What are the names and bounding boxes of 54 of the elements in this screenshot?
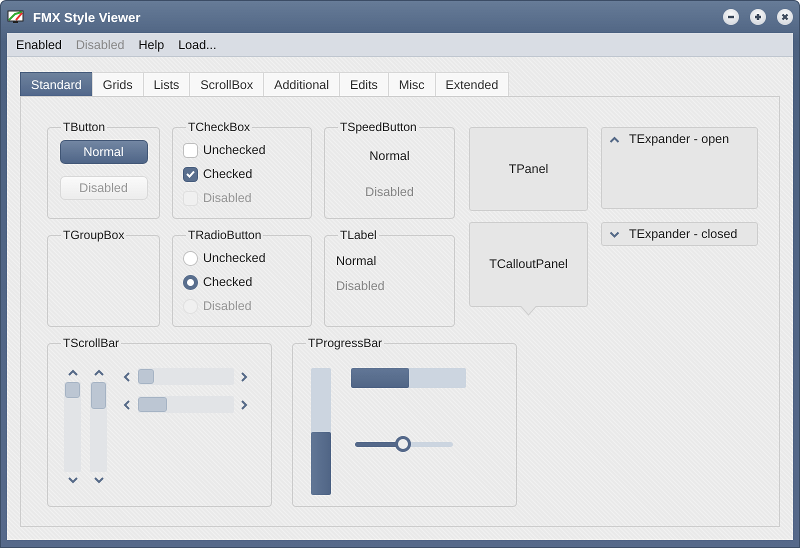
plus-icon [754,13,762,21]
group-title: TCheckBox [187,120,252,134]
expander-header[interactable]: TExpander - closed [602,223,757,245]
checkmark-icon [186,170,195,178]
label-text: Disabled [336,279,386,293]
radio-button[interactable] [183,250,198,266]
group-title: TGroupBox [62,228,126,242]
speed-button[interactable]: Normal [363,144,416,168]
group-title: TScrollBar [62,336,120,350]
maximize-button[interactable] [750,9,766,25]
panel-label: TPanel [508,162,548,176]
window-title: FMX Style Viewer [33,10,142,24]
group-title: TLabel [339,228,378,242]
close-button[interactable] [777,9,793,25]
push-button[interactable]: Normal [60,140,148,164]
scrollbar-thumb[interactable] [138,369,154,384]
panel-label: TCalloutPanel [489,257,568,271]
tab[interactable]: Standard [20,72,93,96]
close-icon [781,13,789,21]
scrollbar-thumb[interactable] [91,382,106,409]
expander-header[interactable]: TExpander - open [602,128,757,150]
group-title: TRadioButton [187,228,262,242]
tab[interactable]: Edits [339,72,389,96]
tab[interactable]: Lists [142,72,190,96]
radio-label: Disabled [203,299,252,313]
slider-thumb[interactable] [395,436,412,452]
slider[interactable] [355,436,453,452]
label-text: Normal [336,254,378,268]
tab[interactable]: ScrollBox [189,72,264,96]
app-icon [7,10,25,24]
tab[interactable]: Grids [92,72,144,96]
minimize-button[interactable] [723,9,739,25]
group-title: TProgressBar [307,336,384,350]
scrollbar-thumb[interactable] [65,382,80,398]
checkbox-label: Checked [203,167,252,181]
group-title: TButton [62,120,106,134]
group-title: TSpeedButton [339,120,418,134]
radio-button[interactable] [183,274,198,290]
tab[interactable]: Misc [388,72,436,96]
chevron-up-icon [609,134,620,144]
radio-label: Unchecked [203,251,266,265]
scrollbar-thumb[interactable] [138,397,167,412]
menu-item[interactable]: Help [132,38,172,52]
tab[interactable]: Extended [434,72,510,96]
tab[interactable]: Additional [263,72,340,96]
chevron-down-icon [609,230,620,238]
menu-item[interactable]: Load... [171,38,224,52]
radio-label: Checked [203,275,252,289]
checkbox-label: Unchecked [203,143,266,157]
checkbox[interactable] [183,166,198,182]
checkbox[interactable] [183,142,198,158]
minimize-icon [727,13,735,21]
checkbox-label: Disabled [203,191,252,205]
menu-item[interactable]: Enabled [9,38,69,52]
